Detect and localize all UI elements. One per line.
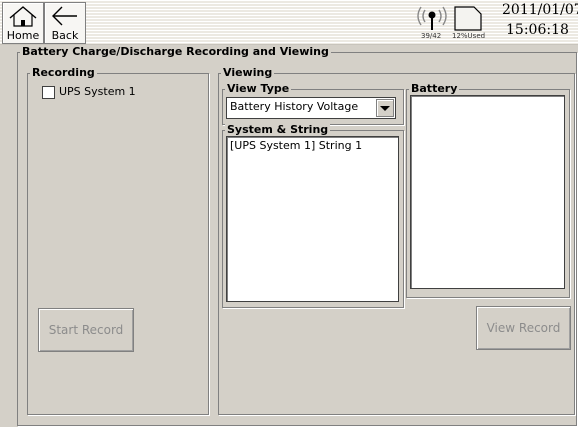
back-label: Back	[51, 29, 79, 42]
start-record-button[interactable]: Start Record	[38, 308, 134, 352]
back-arrow-icon	[52, 6, 77, 26]
system-string-title: System & String	[225, 123, 331, 137]
recording-title: Recording	[30, 66, 97, 80]
storage-used: 12%Used	[452, 32, 486, 40]
signal-antenna-icon	[417, 6, 447, 30]
signal-count: 39/42	[421, 32, 442, 40]
main-title: Battery Charge/Discharge Recording and V…	[20, 45, 331, 59]
battery-title: Battery	[409, 82, 460, 96]
top-toolbar: Home Back 39/42 12%Used 2011/01/07 15:06…	[0, 0, 578, 45]
home-label: Home	[6, 29, 40, 42]
ups-system-1-checkbox[interactable]	[42, 86, 55, 99]
recording-group: Recording	[27, 66, 209, 415]
view-type-select[interactable]: Battery History Voltage	[226, 97, 396, 119]
list-item[interactable]: [UPS System 1] String 1	[230, 139, 362, 152]
storage-card-icon	[454, 6, 482, 31]
home-button[interactable]: Home	[2, 2, 44, 44]
battery-list[interactable]	[410, 95, 565, 289]
home-icon	[9, 6, 37, 27]
ups-system-1-label: UPS System 1	[59, 85, 136, 98]
date-display: 2011/01/07	[502, 2, 578, 18]
system-string-list[interactable]: [UPS System 1] String 1	[226, 136, 399, 302]
chevron-down-icon[interactable]	[376, 99, 394, 117]
view-record-button[interactable]: View Record	[476, 306, 571, 350]
view-type-value: Battery History Voltage	[230, 100, 359, 113]
back-button[interactable]: Back	[44, 2, 86, 44]
time-display: 15:06:18	[506, 22, 569, 38]
view-type-title: View Type	[225, 82, 292, 96]
viewing-title: Viewing	[221, 66, 275, 80]
